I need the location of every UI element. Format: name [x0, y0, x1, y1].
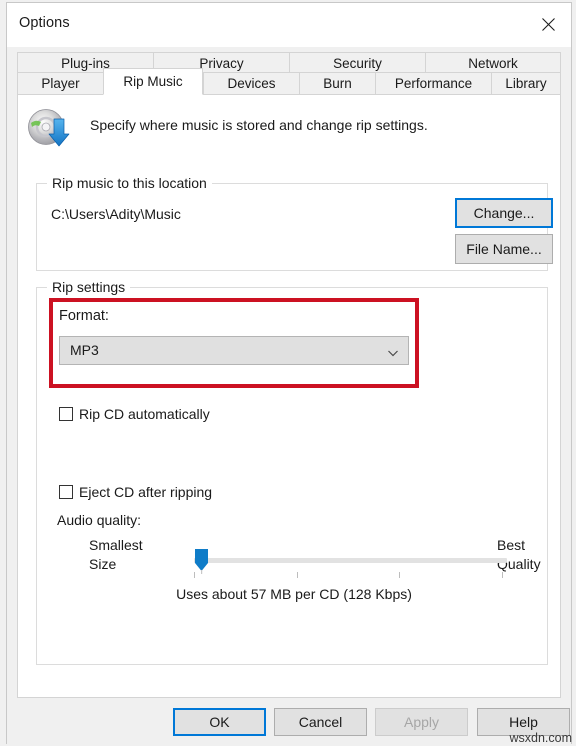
- screenshot-root: Options Plug-ins Privacy Security Networ…: [0, 0, 576, 746]
- rip-location-group-title: Rip music to this location: [47, 175, 212, 191]
- slider-tick: [194, 572, 195, 578]
- slider-tick: [297, 572, 298, 578]
- ok-button[interactable]: OK: [173, 708, 266, 736]
- tab-rip-music[interactable]: Rip Music: [103, 68, 203, 95]
- tab-strip: Plug-ins Privacy Security Network Player…: [7, 47, 571, 95]
- slider-max-label-line1: Best: [497, 537, 526, 553]
- rip-music-pane: Specify where music is stored and change…: [17, 95, 561, 698]
- slider-tick: [502, 572, 503, 578]
- format-dropdown-value: MP3: [70, 342, 99, 358]
- checkbox-label: Eject CD after ripping: [79, 484, 213, 500]
- close-button[interactable]: [525, 3, 571, 46]
- cd-rip-icon: [26, 107, 72, 153]
- apply-button: Apply: [375, 708, 468, 736]
- tab-label: Burn: [323, 76, 352, 91]
- tab-label: Devices: [227, 76, 276, 91]
- tab-label: Network: [468, 56, 518, 71]
- cancel-button[interactable]: Cancel: [274, 708, 367, 736]
- close-icon: [541, 18, 555, 31]
- audio-quality-slider-group: Smallest Size Best Quality Uses about 57…: [57, 536, 541, 602]
- pane-description: Specify where music is stored and change…: [90, 117, 428, 133]
- checkbox-box: [59, 407, 73, 421]
- audio-quality-estimate-text: Uses about 57 MB per CD (128 Kbps): [176, 586, 412, 602]
- change-button[interactable]: Change...: [455, 198, 553, 228]
- tab-library[interactable]: Library: [491, 72, 561, 95]
- title-bar: Options: [7, 3, 571, 47]
- tab-devices[interactable]: Devices: [203, 72, 299, 95]
- file-name-button[interactable]: File Name...: [455, 234, 553, 264]
- audio-quality-slider-track[interactable]: [194, 558, 507, 563]
- rip-location-path: C:\Users\Adity\Music: [51, 206, 181, 222]
- format-dropdown[interactable]: MP3: [59, 336, 409, 365]
- slider-tick: [399, 572, 400, 578]
- page-title: Options: [19, 15, 70, 31]
- watermark: wsxdn.com: [509, 731, 572, 745]
- tab-label: Performance: [394, 76, 473, 91]
- tab-performance[interactable]: Performance: [375, 72, 491, 95]
- slider-min-label-line1: Smallest: [89, 537, 143, 553]
- slider-max-label-line2: Quality: [497, 556, 541, 572]
- rip-cd-automatically-checkbox[interactable]: Rip CD automatically: [59, 406, 210, 422]
- rip-settings-group: Rip settings Format: MP3 Rip CD automati: [36, 279, 548, 665]
- tab-label: Security: [333, 56, 382, 71]
- tab-label: Rip Music: [123, 74, 183, 89]
- rip-settings-group-title: Rip settings: [47, 279, 131, 295]
- chevron-down-icon: [387, 346, 399, 358]
- checkbox-label: Rip CD automatically: [79, 406, 210, 422]
- checkbox-box: [59, 485, 73, 499]
- rip-location-group: Rip music to this location C:\Users\Adit…: [36, 175, 553, 271]
- audio-quality-label: Audio quality:: [57, 512, 142, 528]
- slider-min-label: Smallest Size: [89, 536, 175, 574]
- slider-max-label: Best Quality: [497, 536, 576, 574]
- options-dialog: Options Plug-ins Privacy Security Networ…: [6, 2, 572, 744]
- tab-burn[interactable]: Burn: [299, 72, 375, 95]
- audio-quality-slider-thumb[interactable]: [194, 548, 209, 574]
- tab-label: Player: [41, 76, 80, 91]
- format-label: Format:: [59, 308, 109, 324]
- eject-cd-after-ripping-checkbox[interactable]: Eject CD after ripping: [59, 484, 212, 500]
- dialog-footer: OK Cancel Apply Help: [7, 698, 571, 744]
- tab-label: Privacy: [199, 56, 244, 71]
- tab-label: Library: [505, 76, 547, 91]
- slider-min-label-line2: Size: [89, 556, 117, 572]
- tab-row-lower: Player Rip Music Devices Burn Performanc…: [17, 68, 561, 95]
- tab-player[interactable]: Player: [17, 72, 103, 95]
